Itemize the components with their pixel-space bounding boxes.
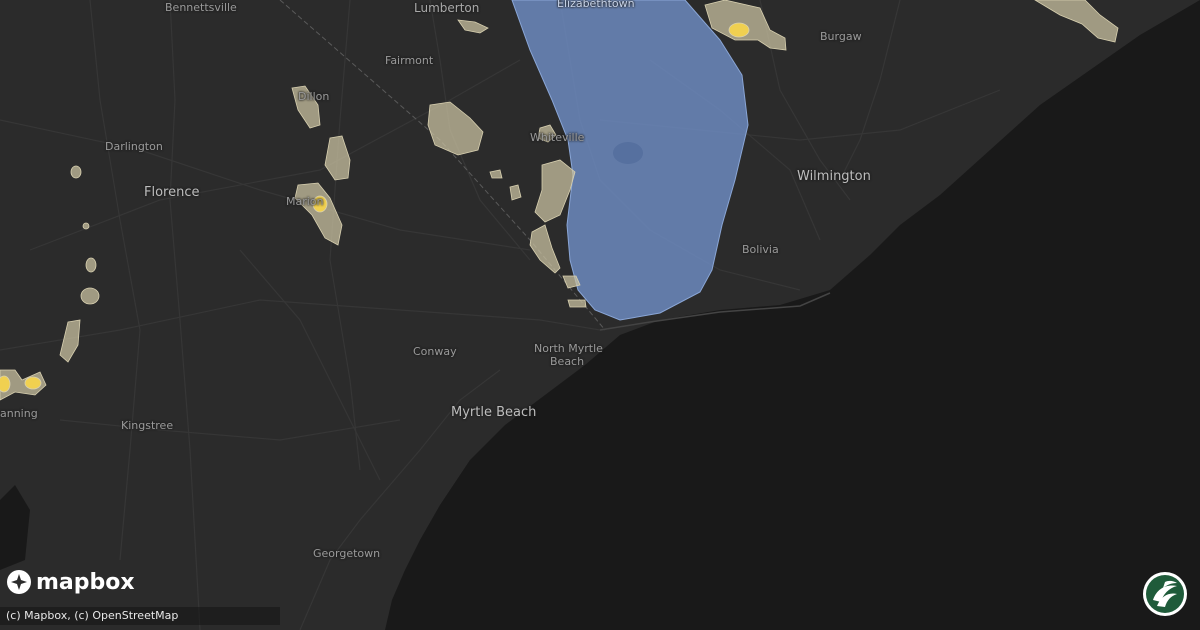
mapbox-icon	[7, 570, 31, 594]
place-label-wilmington: Wilmington	[797, 169, 871, 184]
place-label-whiteville: Whiteville	[530, 131, 585, 144]
place-label-beach: Beach	[550, 355, 585, 368]
storm-brand-icon	[1143, 572, 1187, 616]
mapbox-logo-text: mapbox	[36, 569, 135, 595]
mapbox-logo[interactable]: mapbox	[6, 569, 135, 595]
place-label-conway: Conway	[413, 345, 457, 358]
place-label-myrtle-beach: Myrtle Beach	[451, 405, 537, 420]
storm-cell-north-core	[728, 22, 750, 38]
place-label-bolivia: Bolivia	[742, 243, 779, 256]
place-label-bennettsville: Bennettsville	[165, 1, 237, 14]
place-label-georgetown: Georgetown	[313, 547, 381, 560]
storm-cell-manning-core-2	[0, 375, 11, 393]
storm-cell-west-4	[80, 287, 100, 305]
storm-cell-manning-core	[24, 376, 42, 390]
alert-core	[613, 142, 643, 164]
place-label-kingstree: Kingstree	[121, 419, 174, 432]
map-attribution[interactable]: (c) Mapbox, (c) OpenStreetMap	[0, 607, 280, 625]
place-label-north-myrtle: North Myrtle	[534, 342, 603, 355]
storm-cell-coast	[567, 299, 587, 308]
place-label-fairmont: Fairmont	[385, 54, 434, 67]
storm-cell-west-3	[85, 257, 97, 273]
place-label-elizabethtown: Elizabethtown	[557, 0, 635, 10]
storm-cell-west-1	[70, 165, 82, 179]
place-label-lumberton: Lumberton	[414, 1, 480, 15]
place-label-burgaw: Burgaw	[820, 30, 862, 43]
storm-cell-west-2	[82, 222, 90, 230]
place-label-dillon: Dillon	[298, 90, 330, 103]
place-label-darlington: Darlington	[105, 140, 163, 153]
map-view[interactable]: Bennettsville Lumberton Elizabethtown Bu…	[0, 0, 1200, 630]
place-label-florence: Florence	[144, 185, 200, 200]
place-label-marion: Marion	[286, 195, 324, 208]
place-label-manning: anning	[0, 407, 38, 420]
map-canvas[interactable]	[0, 0, 1200, 630]
